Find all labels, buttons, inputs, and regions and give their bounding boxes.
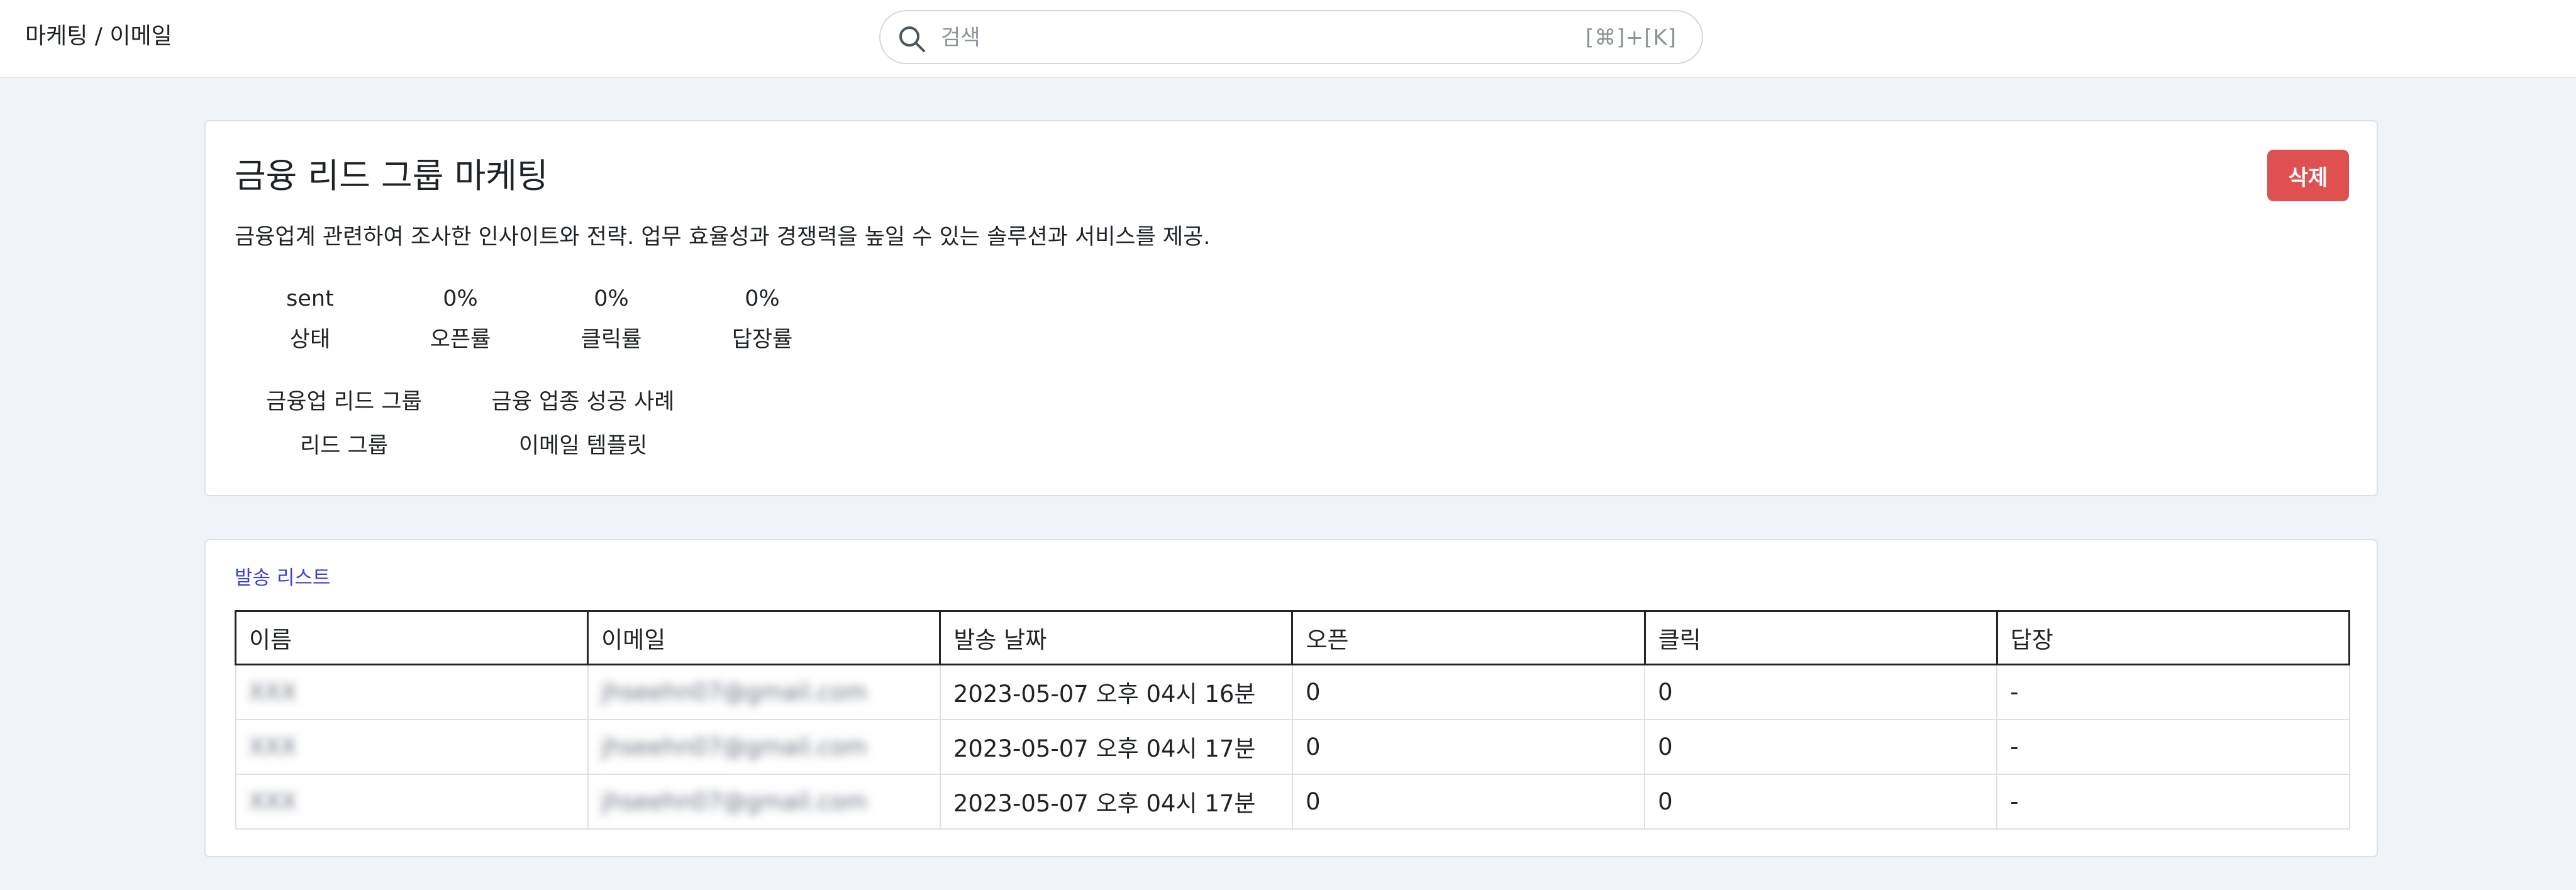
- table-row[interactable]: XXX jhseehn07@gmail.com 2023-05-07 오후 04…: [235, 773, 2350, 830]
- column-header-name: 이름: [234, 610, 589, 665]
- cell-sent-date: 2023-05-07 오후 04시 17분: [939, 718, 1293, 775]
- campaign-description: 금융업계 관련하여 조사한 인사이트와 전략. 업무 효율성과 경쟁력을 높일 …: [235, 225, 1211, 250]
- cell-open: 0: [1291, 664, 1646, 720]
- stat-open-rate: 0% 오픈률: [410, 284, 511, 355]
- table-row[interactable]: XXX jhseehn07@gmail.com 2023-05-07 오후 04…: [235, 718, 2350, 775]
- cell-reply: -: [1996, 718, 2350, 775]
- cell-sent-date: 2023-05-07 오후 04시 16분: [939, 664, 1293, 720]
- lead-group-label: 리드 그룹: [300, 433, 388, 459]
- cell-click: 0: [1644, 664, 1998, 720]
- search-box[interactable]: [⌘]+[K]: [879, 10, 1703, 64]
- stat-status: sent 상태: [266, 284, 354, 355]
- stat-click-rate-label: 클릭률: [580, 327, 642, 352]
- recipient-email: jhseehn07@gmail.com: [601, 787, 867, 815]
- email-template-value: 금융 업종 성공 사례: [491, 389, 675, 414]
- cell-name: XXX: [235, 718, 589, 775]
- campaign-info-card: 금융 리드 그룹 마케팅 삭제 금융업계 관련하여 조사한 인사이트와 전략. …: [204, 120, 2378, 496]
- cell-reply: -: [1996, 664, 2350, 720]
- column-header-reply: 답장: [1996, 610, 2351, 665]
- stat-reply-rate-value: 0%: [745, 286, 780, 311]
- cell-email: jhseehn07@gmail.com: [587, 773, 941, 830]
- column-header-open: 오픈: [1291, 610, 1646, 665]
- stat-reply-rate-label: 답장률: [731, 327, 793, 352]
- send-list-title: 발송 리스트: [235, 567, 331, 589]
- search-icon: [899, 26, 925, 52]
- cell-email: jhseehn07@gmail.com: [587, 718, 941, 775]
- email-template-label: 이메일 템플릿: [518, 433, 648, 459]
- cell-name: XXX: [235, 664, 589, 720]
- cell-email: jhseehn07@gmail.com: [587, 664, 941, 720]
- cell-open: 0: [1291, 773, 1646, 830]
- top-bar: 마케팅 / 이메일 [⌘]+[K]: [0, 0, 2576, 78]
- stat-status-value: sent: [286, 286, 334, 311]
- recipient-email: jhseehn07@gmail.com: [601, 733, 867, 760]
- column-header-sent-date: 발송 날짜: [939, 610, 1294, 665]
- column-header-click: 클릭: [1643, 610, 1998, 665]
- recipient-name: XXX: [248, 678, 297, 706]
- lead-group-value: 금융업 리드 그룹: [266, 389, 422, 414]
- column-header-email: 이메일: [587, 610, 941, 665]
- stat-open-rate-label: 오픈률: [430, 327, 491, 352]
- lead-group: 금융업 리드 그룹 리드 그룹: [250, 387, 438, 461]
- stat-click-rate-value: 0%: [594, 286, 629, 311]
- stat-open-rate-value: 0%: [443, 286, 478, 311]
- cell-click: 0: [1644, 718, 1998, 775]
- table-header-row: 이름 이메일 발송 날짜 오픈 클릭 답장: [234, 610, 2351, 665]
- stat-status-label: 상태: [289, 327, 331, 352]
- recipient-name: XXX: [248, 787, 297, 815]
- breadcrumb: 마케팅 / 이메일: [25, 23, 172, 49]
- cell-sent-date: 2023-05-07 오후 04시 17분: [939, 773, 1293, 830]
- recipient-name: XXX: [248, 733, 297, 760]
- send-list-table: 이름 이메일 발송 날짜 오픈 클릭 답장 XXX jhseehn07@gmai…: [234, 610, 2351, 830]
- email-template: 금융 업종 성공 사례 이메일 템플릿: [470, 387, 696, 461]
- recipient-email: jhseehn07@gmail.com: [601, 678, 867, 706]
- cell-name: XXX: [235, 773, 589, 830]
- search-shortcut-hint: [⌘]+[K]: [1585, 25, 1677, 50]
- cell-click: 0: [1644, 773, 1998, 830]
- campaign-title: 금융 리드 그룹 마케팅: [235, 156, 548, 196]
- search-input[interactable]: [941, 23, 1444, 53]
- stat-reply-rate: 0% 답장률: [712, 284, 813, 355]
- cell-open: 0: [1291, 718, 1646, 775]
- table-row[interactable]: XXX jhseehn07@gmail.com 2023-05-07 오후 04…: [235, 664, 2350, 720]
- stat-click-rate: 0% 클릭률: [561, 284, 662, 355]
- cell-reply: -: [1996, 773, 2350, 830]
- delete-button[interactable]: 삭제: [2267, 150, 2349, 201]
- send-list-card: 발송 리스트 이름 이메일 발송 날짜 오픈 클릭 답장 XXX jhseehn…: [204, 539, 2378, 857]
